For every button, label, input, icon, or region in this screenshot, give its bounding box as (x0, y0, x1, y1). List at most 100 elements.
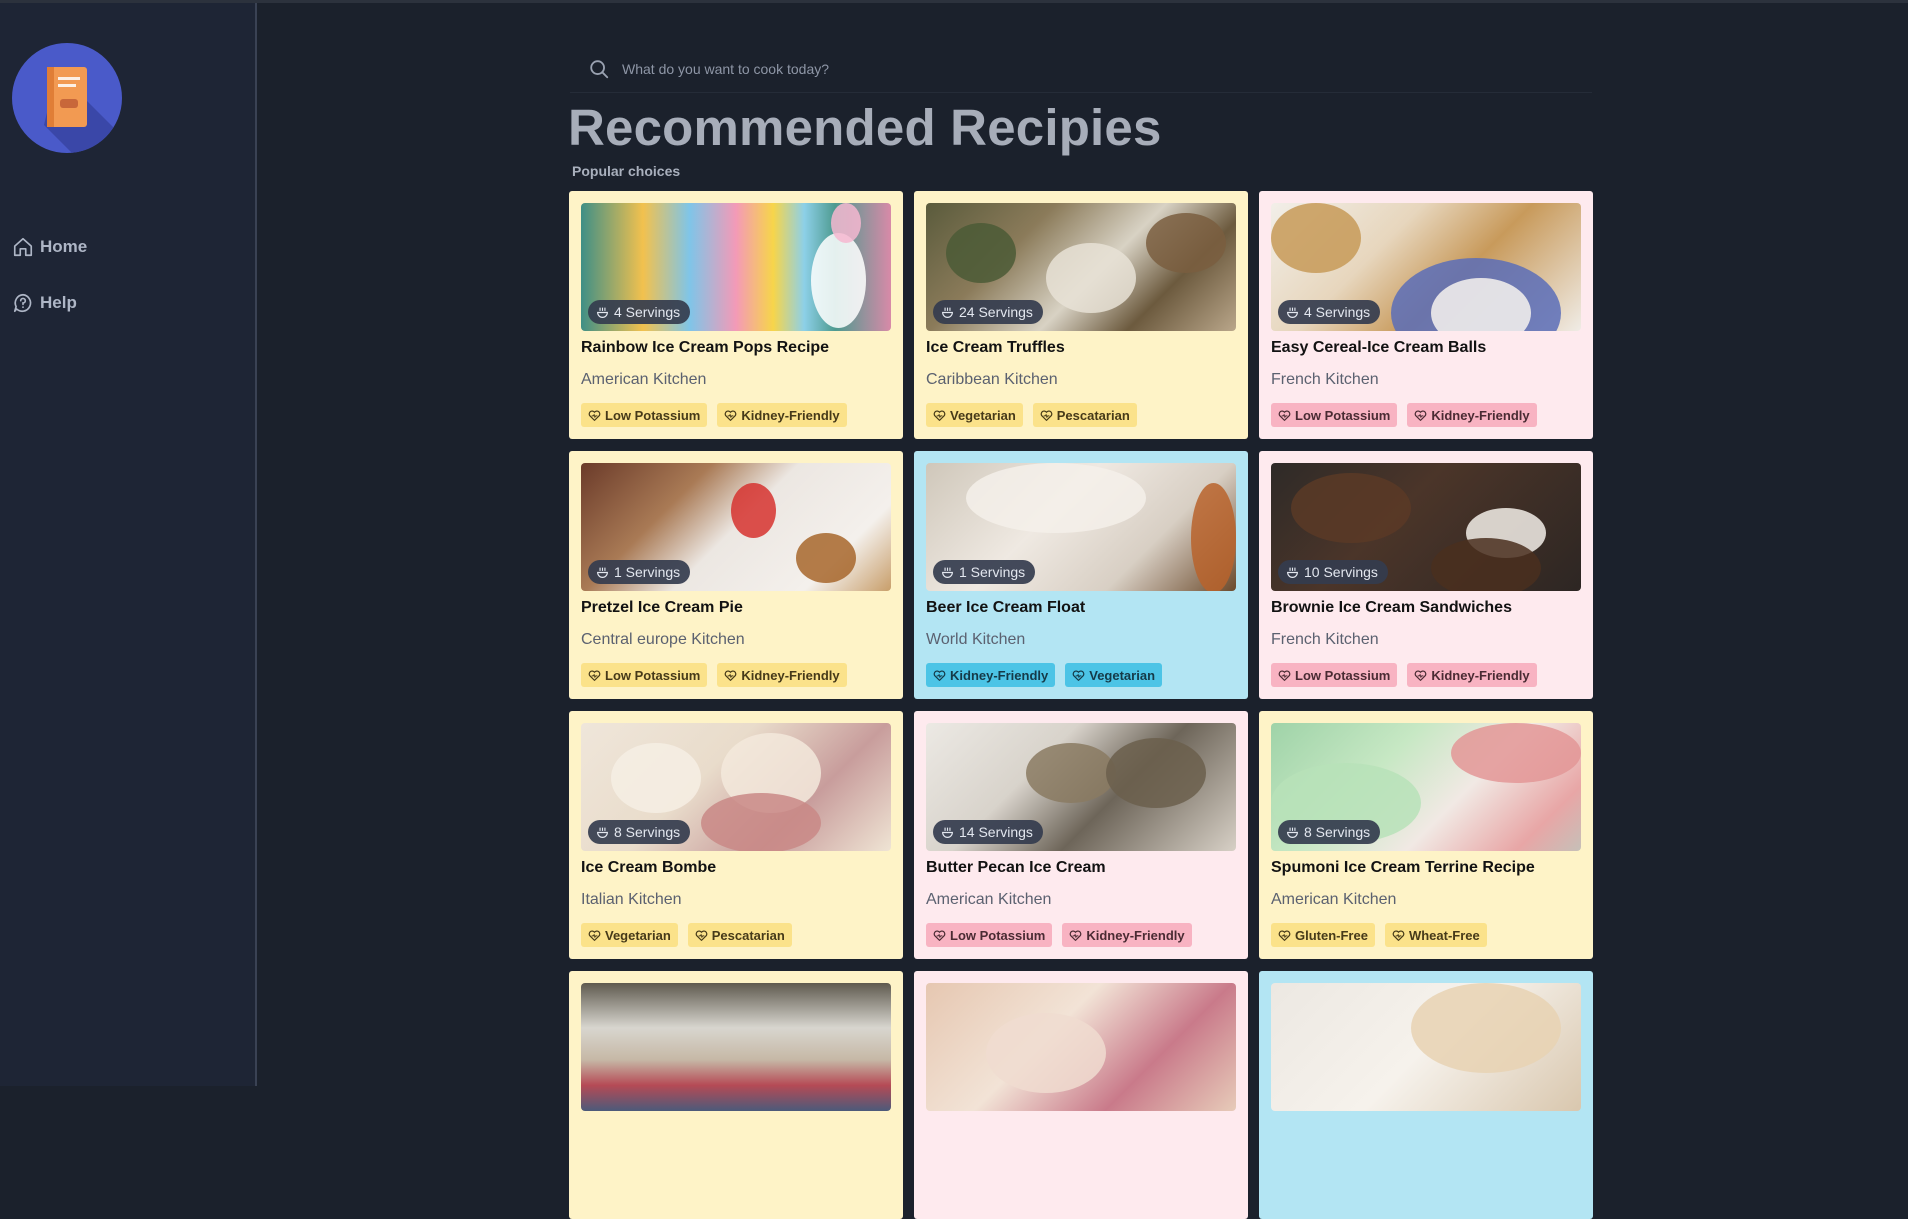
servings-badge: 1 Servings (588, 560, 691, 584)
search-input[interactable] (620, 60, 1524, 78)
heart-pulse-icon (1415, 409, 1427, 421)
recipe-title[interactable]: Ice Cream Bombe (581, 859, 891, 881)
recipe-card[interactable] (1259, 971, 1593, 1219)
recipe-photo: 8 Servings (1271, 723, 1581, 851)
servings-badge: 14 Servings (933, 820, 1043, 844)
diet-tag: Gluten-Free (1271, 923, 1375, 947)
recipe-tags: Vegetarian Pescatarian (926, 403, 1236, 427)
recipe-tags: Low Potassium Kidney-Friendly (581, 663, 891, 687)
diet-tag: Kidney-Friendly (717, 403, 847, 427)
page-title: Recommended Recipies (568, 99, 1162, 156)
diet-tag: Low Potassium (581, 663, 708, 687)
app-logo[interactable] (12, 43, 122, 153)
recipe-card[interactable]: 24 Servings Ice Cream Truffles Caribbean K… (914, 191, 1248, 439)
heart-pulse-icon (1278, 409, 1291, 421)
help-icon (13, 293, 32, 313)
recipe-photo: 14 Servings (926, 723, 1236, 851)
heart-pulse-icon (1392, 929, 1405, 941)
recipe-title[interactable]: Easy Cereal-Ice Cream Balls (1271, 339, 1581, 361)
diet-tag: Low Potassium (1271, 403, 1398, 427)
heart-pulse-icon (1415, 669, 1427, 681)
heart-pulse-icon (1278, 929, 1291, 941)
recipe-photo: 1 Servings (926, 463, 1236, 591)
diet-tag-label: Kidney-Friendly (1431, 407, 1530, 423)
recipe-card[interactable]: 14 Servings Butter Pecan Ice Cream America… (914, 711, 1248, 959)
recipe-kitchen (1271, 1151, 1581, 1171)
diet-tag: Pescatarian (687, 923, 792, 947)
diet-tag-label: Low Potassium (605, 407, 701, 423)
heart-pulse-icon (1040, 409, 1053, 421)
recipe-title[interactable] (926, 1119, 1236, 1141)
serving-icon (597, 827, 608, 838)
recipe-title[interactable]: Butter Pecan Ice Cream (926, 859, 1236, 881)
search-bar (570, 46, 1592, 93)
sidebar: Home Help (0, 3, 257, 1086)
recipe-title[interactable]: Ice Cream Truffles (926, 339, 1236, 361)
servings-label: 8 Servings (1304, 824, 1371, 840)
diet-tag: Pescatarian (1032, 403, 1137, 427)
recipe-photo: 8 Servings (581, 723, 891, 851)
recipe-card[interactable]: 8 Servings Spumoni Ice Cream Terrine Reci… (1259, 711, 1593, 959)
recipe-photo: 10 Servings (1271, 463, 1581, 591)
recipe-title[interactable]: Spumoni Ice Cream Terrine Recipe (1271, 859, 1581, 881)
recipe-card[interactable]: 10 Servings Brownie Ice Cream Sandwiches F… (1259, 451, 1593, 699)
sidebar-item-help[interactable]: Help (12, 292, 77, 314)
diet-tag: Kidney-Friendly (717, 663, 847, 687)
recipe-kitchen: American Kitchen (581, 371, 707, 388)
photo-detail (966, 463, 1146, 533)
recipe-photo: 4 Servings (1271, 203, 1581, 331)
page-subtitle: Popular choices (572, 163, 681, 179)
diet-tag-label: Kidney-Friendly (741, 667, 840, 683)
diet-tag: Vegetarian (581, 923, 678, 947)
photo-detail (946, 223, 1016, 283)
recipe-tags: Kidney-Friendly Vegetarian (926, 663, 1236, 687)
diet-tag-label: Kidney-Friendly (1431, 667, 1530, 683)
diet-tag: Kidney-Friendly (926, 663, 1056, 687)
recipe-kitchen: Italian Kitchen (581, 891, 682, 908)
servings-label: 14 Servings (959, 824, 1033, 840)
recipe-kitchen: Central europe Kitchen (581, 631, 745, 648)
search-icon[interactable] (588, 58, 610, 80)
recipe-card[interactable] (914, 971, 1248, 1219)
heart-pulse-icon (933, 409, 946, 421)
diet-tag-label: Low Potassium (1295, 667, 1391, 683)
recipe-card[interactable] (569, 971, 903, 1219)
recipe-kitchen: French Kitchen (1271, 631, 1379, 648)
serving-icon (1287, 307, 1298, 318)
recipe-title[interactable] (581, 1119, 891, 1141)
heart-pulse-icon (725, 669, 737, 681)
recipe-kitchen: World Kitchen (926, 631, 1026, 648)
diet-tag-label: Low Potassium (950, 927, 1046, 943)
diet-tag-label: Gluten-Free (1295, 927, 1368, 943)
recipe-card[interactable]: 1 Servings Beer Ice Cream Float World Kitc… (914, 451, 1248, 699)
recipe-title[interactable]: Rainbow Ice Cream Pops Recipe (581, 339, 891, 361)
serving-icon (942, 827, 953, 838)
heart-pulse-icon (1072, 669, 1085, 681)
servings-badge: 24 Servings (933, 300, 1043, 324)
heart-pulse-icon (588, 929, 601, 941)
servings-badge: 8 Servings (1278, 820, 1381, 844)
recipe-kitchen: Caribbean Kitchen (926, 371, 1058, 388)
diet-tag: Wheat-Free (1384, 923, 1487, 947)
heart-pulse-icon (933, 669, 946, 681)
recipe-title[interactable] (1271, 1119, 1581, 1141)
diet-tag: Kidney-Friendly (1407, 403, 1537, 427)
recipe-card[interactable]: 1 Servings Pretzel Ice Cream Pie Central e… (569, 451, 903, 699)
diet-tag-label: Low Potassium (1295, 407, 1391, 423)
recipe-photo (1271, 983, 1581, 1111)
sidebar-item-label: Help (40, 293, 77, 312)
sidebar-item-home[interactable]: Home (12, 236, 87, 258)
recipe-photo (581, 983, 891, 1111)
recipe-title[interactable]: Brownie Ice Cream Sandwiches (1271, 599, 1581, 621)
recipe-card[interactable]: 4 Servings Rainbow Ice Cream Pops Recipe A… (569, 191, 903, 439)
photo-detail (811, 233, 866, 328)
photo-detail (986, 1013, 1106, 1093)
book-icon (44, 67, 122, 153)
recipe-card[interactable]: 4 Servings Easy Cereal-Ice Cream Balls Fre… (1259, 191, 1593, 439)
recipe-card[interactable]: 8 Servings Ice Cream Bombe Italian Kitchen… (569, 711, 903, 959)
serving-icon (1287, 567, 1298, 578)
recipe-title[interactable]: Beer Ice Cream Float (926, 599, 1236, 621)
recipe-title[interactable]: Pretzel Ice Cream Pie (581, 599, 891, 621)
diet-tag-label: Kidney-Friendly (1086, 927, 1185, 943)
serving-icon (597, 567, 608, 578)
